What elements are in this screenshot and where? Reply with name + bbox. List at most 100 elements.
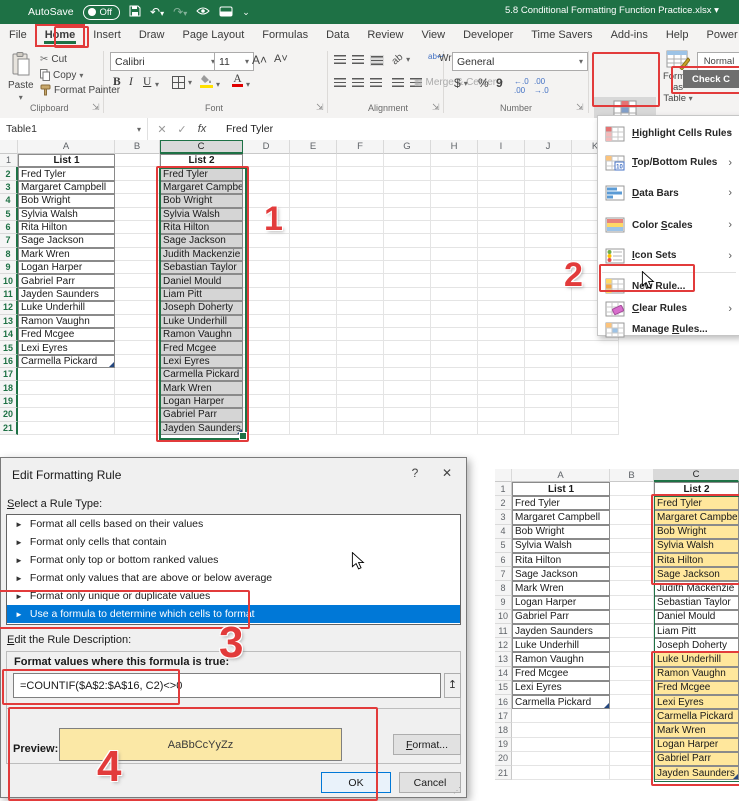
cell-A16[interactable]: Carmella Pickard [512,695,610,710]
italic-button[interactable]: I [129,76,133,88]
cell-C14[interactable]: Ramon Vaughn [160,327,243,342]
percent-button[interactable]: % [478,76,489,90]
cell-C16[interactable]: Lexi Eyres [160,354,243,369]
copy-button[interactable]: Copy ▾ [40,69,83,81]
cell-A8[interactable]: Mark Wren [512,581,610,596]
row-header-17[interactable]: 17 [0,368,18,382]
cell-B17[interactable] [610,709,654,724]
undo-icon[interactable]: ↶▾ [150,6,164,18]
align-center-icon[interactable] [352,78,364,87]
cell-J20[interactable] [525,408,572,422]
cell-F17[interactable] [337,368,384,382]
cell-A10[interactable]: Gabriel Parr [18,274,115,288]
row-header-1[interactable]: 1 [0,154,18,168]
cell-H13[interactable] [431,314,478,328]
tab-draw[interactable]: Draw [130,25,174,46]
cell-C19[interactable]: Logan Harper [160,394,243,409]
row-header-6[interactable]: 6 [495,553,512,568]
cell-B3[interactable] [610,510,654,525]
cell-B13[interactable] [115,314,160,328]
cell-E18[interactable] [290,381,337,395]
cell-C2[interactable]: Fred Tyler [654,496,739,511]
cell-C15[interactable]: Fred Mcgee [654,680,739,695]
cell-K21[interactable] [572,421,619,435]
cell-A14[interactable]: Fred Mcgee [18,327,115,342]
align-bottom-icon[interactable] [370,55,384,66]
cell-C11[interactable]: Liam Pitt [160,287,243,302]
cell-C12[interactable]: Joseph Doherty [654,638,739,653]
cell-H20[interactable] [431,408,478,422]
cell-K15[interactable] [572,341,619,355]
cell-I18[interactable] [478,381,525,395]
cell-F1[interactable] [337,154,384,168]
cell-B1[interactable] [610,482,654,497]
cell-I13[interactable] [478,314,525,328]
menu-item-top-bottom-rules[interactable]: 10 Top/Bottom Rules › [598,148,739,177]
cell-D10[interactable] [243,274,290,288]
cell-A5[interactable]: Sylvia Walsh [512,538,610,553]
cell-H11[interactable] [431,287,478,302]
style-normal[interactable]: Normal [697,52,739,71]
cell-A3[interactable]: Margaret Campbell [512,510,610,525]
borders-button[interactable]: ▾ [172,76,192,89]
menu-item-highlight-cells-rules[interactable]: Highlight Cells Rules › [598,119,739,148]
cell-B14[interactable] [610,666,654,681]
cell-C9[interactable]: Sebastian Taylor [654,595,739,610]
cell-I1[interactable] [478,154,525,168]
cell-G19[interactable] [384,394,431,409]
cell-G4[interactable] [384,194,431,208]
cell-F15[interactable] [337,341,384,355]
cell-J3[interactable] [525,180,572,195]
cell-B18[interactable] [610,723,654,738]
row-header-12[interactable]: 12 [495,638,512,653]
column-header-G[interactable]: G [384,140,431,154]
cell-I7[interactable] [478,234,525,248]
cell-H17[interactable] [431,368,478,382]
row-header-3[interactable]: 3 [0,180,18,195]
cancel-button[interactable]: Cancel [399,772,461,793]
cell-A10[interactable]: Gabriel Parr [512,609,610,624]
cell-H8[interactable] [431,247,478,262]
cell-I6[interactable] [478,220,525,235]
cell-G6[interactable] [384,220,431,235]
cell-I17[interactable] [478,368,525,382]
cell-G5[interactable] [384,207,431,221]
cell-H19[interactable] [431,394,478,409]
cell-B6[interactable] [115,220,160,235]
cell-H6[interactable] [431,220,478,235]
cell-F3[interactable] [337,180,384,195]
orientation-icon[interactable]: ab ▾ [390,52,410,68]
row-header-15[interactable]: 15 [0,341,18,355]
close-icon[interactable]: ✕ [433,462,461,484]
cell-C1[interactable]: List 2 [654,482,739,497]
menu-item-manage-rules-[interactable]: Manage Rules... [598,319,739,340]
cell-E16[interactable] [290,354,337,369]
cell-D14[interactable] [243,327,290,342]
cell-A2[interactable]: Fred Tyler [18,167,115,181]
cell-A11[interactable]: Jayden Saunders [18,287,115,302]
cell-J14[interactable] [525,327,572,342]
font-name-select[interactable]: Calibri ▾ [110,52,220,71]
cell-E4[interactable] [290,194,337,208]
cell-A7[interactable]: Sage Jackson [18,234,115,248]
cell-K20[interactable] [572,408,619,422]
clipboard-dialog-launcher[interactable]: ⇲ [92,102,100,113]
row-header-16[interactable]: 16 [0,354,18,369]
column-header-C[interactable]: C [160,140,243,154]
cell-E8[interactable] [290,247,337,262]
cell-C18[interactable]: Mark Wren [654,723,739,738]
cell-C18[interactable]: Mark Wren [160,381,243,395]
cell-C14[interactable]: Ramon Vaughn [654,666,739,681]
cell-B8[interactable] [610,581,654,596]
cell-E2[interactable] [290,167,337,181]
save-icon[interactable] [129,5,141,19]
cell-H3[interactable] [431,180,478,195]
cell-G11[interactable] [384,287,431,302]
formula-bar-value[interactable]: Fred Tyler [226,123,273,135]
cell-E20[interactable] [290,408,337,422]
cell-I12[interactable] [478,301,525,315]
cell-A5[interactable]: Sylvia Walsh [18,207,115,221]
fill-color-caret-icon[interactable]: ▾ [216,80,220,89]
cell-J19[interactable] [525,394,572,409]
cell-H1[interactable] [431,154,478,168]
